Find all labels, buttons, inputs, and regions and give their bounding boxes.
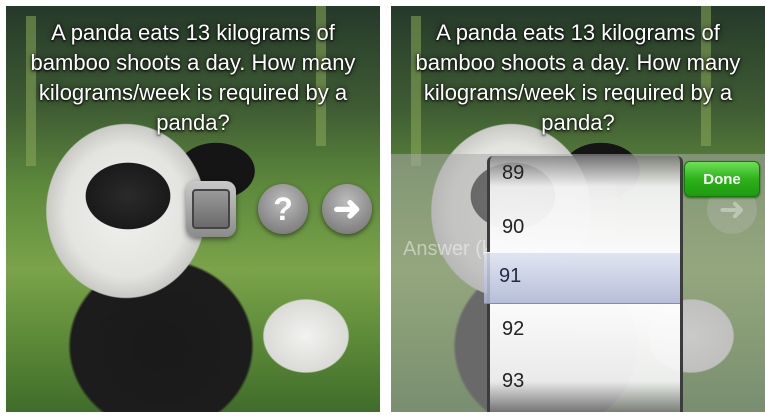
picker-option[interactable]: 90 [502, 216, 524, 239]
arrow-right-icon: ➜ [332, 190, 362, 228]
book-button[interactable] [186, 181, 236, 237]
question-screen: A panda eats 13 kilograms of bamboo shoo… [6, 6, 380, 412]
help-button[interactable]: ? [258, 184, 308, 234]
help-icon: ? [273, 190, 293, 227]
answer-picker-screen: A panda eats 13 kilograms of bamboo shoo… [391, 6, 765, 412]
picker-option[interactable]: 92 [502, 318, 524, 341]
next-button[interactable]: ➜ [322, 184, 372, 234]
done-button[interactable]: Done [684, 161, 760, 197]
question-text: A panda eats 13 kilograms of bamboo shoo… [30, 20, 356, 135]
picker-option[interactable]: 93 [502, 370, 524, 393]
picker-option[interactable]: 89 [502, 162, 524, 185]
question-text: A panda eats 13 kilograms of bamboo shoo… [415, 20, 741, 135]
book-icon [192, 189, 230, 229]
picker-selected-option[interactable]: 91 [499, 265, 521, 288]
